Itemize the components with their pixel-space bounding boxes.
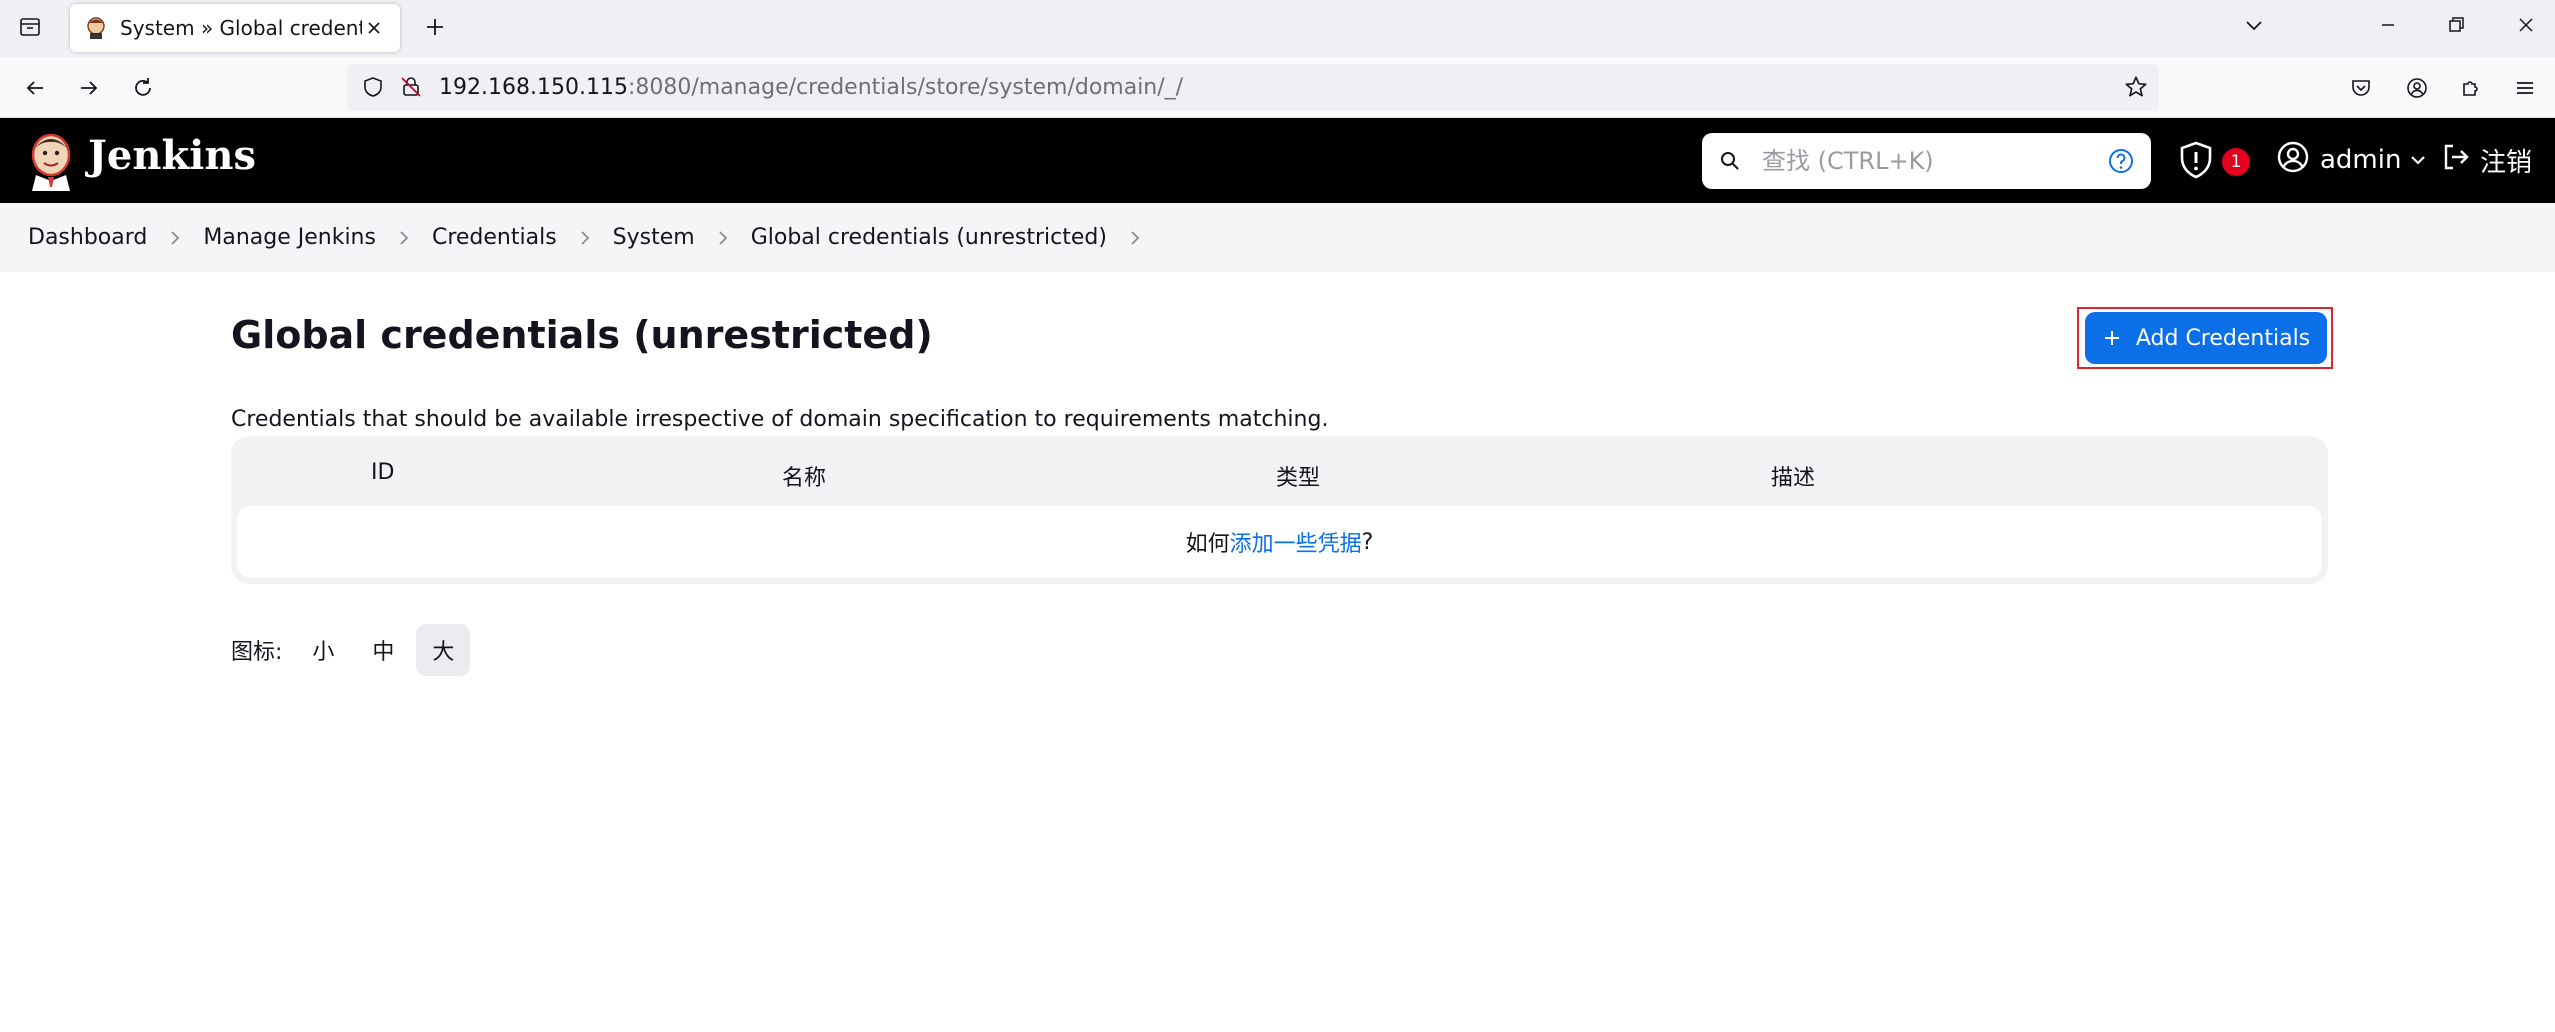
empty-suffix: ? bbox=[1361, 529, 1374, 555]
logout-link[interactable]: 注销 bbox=[2440, 140, 2532, 180]
jenkins-brand-title[interactable]: Jenkins bbox=[88, 132, 256, 179]
jenkins-favicon-icon bbox=[84, 16, 108, 40]
help-question-icon[interactable] bbox=[2107, 147, 2135, 179]
icon-size-selector: 图标: 小 中 大 bbox=[231, 624, 476, 676]
jenkins-header: Jenkins 1 admin 注销 bbox=[0, 118, 2555, 203]
icon-size-medium[interactable]: 中 bbox=[356, 624, 410, 676]
breadcrumb-credentials[interactable]: Credentials bbox=[432, 225, 557, 250]
chevron-right-icon bbox=[147, 229, 203, 247]
add-credentials-label: Add Credentials bbox=[2135, 325, 2311, 351]
chevron-down-icon bbox=[2409, 151, 2427, 169]
tab-title: System » Global credentials (unrestricte… bbox=[120, 16, 362, 40]
browser-tab-active[interactable]: System » Global credentials (unrestricte… bbox=[70, 4, 400, 52]
add-credentials-button[interactable]: Add Credentials bbox=[2085, 312, 2327, 364]
empty-prefix: 如何 bbox=[1185, 532, 1230, 557]
icon-size-large[interactable]: 大 bbox=[416, 624, 471, 676]
user-avatar-icon bbox=[2276, 140, 2310, 181]
breadcrumb-dashboard[interactable]: Dashboard bbox=[28, 225, 147, 250]
store-description: Credentials that should be available irr… bbox=[231, 407, 1329, 432]
tracking-shield-icon[interactable] bbox=[361, 75, 385, 103]
url-host: 192.168.150.115 bbox=[439, 75, 628, 100]
icon-size-small[interactable]: 小 bbox=[296, 624, 350, 676]
reload-icon[interactable] bbox=[124, 69, 162, 107]
minimize-icon[interactable] bbox=[2368, 8, 2408, 42]
chevron-right-icon[interactable] bbox=[1107, 229, 1163, 247]
menu-hamburger-icon[interactable] bbox=[2506, 69, 2544, 107]
user-name: admin bbox=[2320, 145, 2402, 175]
breadcrumb: Dashboard Manage Jenkins Credentials Sys… bbox=[0, 203, 2555, 272]
address-bar[interactable]: 192.168.150.115:8080/manage/credentials/… bbox=[347, 64, 2159, 111]
add-credentials-link[interactable]: 添加一些凭据 bbox=[1230, 526, 1362, 558]
column-header-description[interactable]: 描述 bbox=[1771, 460, 1815, 492]
chevron-right-icon bbox=[695, 229, 751, 247]
jenkins-logo-icon[interactable] bbox=[26, 131, 76, 191]
account-icon[interactable] bbox=[2398, 69, 2436, 107]
search-input[interactable] bbox=[1762, 133, 2092, 189]
tab-overflow-chevron-icon[interactable] bbox=[2234, 8, 2274, 42]
restore-icon[interactable] bbox=[2436, 8, 2476, 42]
browser-tab-strip: System » Global credentials (unrestricte… bbox=[0, 0, 2555, 57]
jenkins-search-box[interactable] bbox=[1702, 133, 2151, 189]
empty-table-row: 如何 添加一些凭据? bbox=[237, 506, 2322, 578]
new-tab-plus-icon[interactable] bbox=[418, 10, 452, 44]
security-count-badge[interactable]: 1 bbox=[2222, 148, 2250, 176]
pocket-icon[interactable] bbox=[2342, 69, 2380, 107]
url-text: 192.168.150.115:8080/manage/credentials/… bbox=[439, 75, 1183, 100]
url-path: :8080/manage/credentials/store/system/do… bbox=[627, 75, 1184, 100]
user-menu[interactable]: admin bbox=[2276, 140, 2427, 180]
logout-label: 注销 bbox=[2480, 147, 2533, 178]
page-title: Global credentials (unrestricted) bbox=[231, 313, 933, 357]
chevron-right-icon bbox=[557, 229, 613, 247]
breadcrumb-system[interactable]: System bbox=[613, 225, 695, 250]
extensions-puzzle-icon[interactable] bbox=[2452, 69, 2490, 107]
back-arrow-icon[interactable] bbox=[16, 69, 54, 107]
breadcrumb-global-credentials[interactable]: Global credentials (unrestricted) bbox=[751, 225, 1107, 250]
forward-arrow-icon[interactable] bbox=[70, 69, 108, 107]
logout-icon bbox=[2440, 141, 2472, 180]
insecure-lock-icon[interactable] bbox=[399, 75, 423, 103]
credentials-table: ID 名称 类型 描述 如何 添加一些凭据? bbox=[231, 436, 2328, 584]
column-header-id[interactable]: ID bbox=[371, 460, 394, 485]
chevron-right-icon bbox=[376, 229, 432, 247]
browser-nav-bar: 192.168.150.115:8080/manage/credentials/… bbox=[0, 57, 2555, 118]
column-header-name[interactable]: 名称 bbox=[782, 460, 826, 492]
window-close-icon[interactable] bbox=[2506, 8, 2546, 42]
column-header-type[interactable]: 类型 bbox=[1276, 460, 1320, 492]
breadcrumb-manage-jenkins[interactable]: Manage Jenkins bbox=[203, 225, 376, 250]
search-icon bbox=[1718, 149, 1742, 177]
close-icon[interactable] bbox=[362, 16, 386, 40]
bookmark-star-icon[interactable] bbox=[2123, 74, 2149, 104]
tab-list-icon[interactable] bbox=[14, 11, 46, 43]
icon-size-label: 图标: bbox=[231, 640, 283, 665]
plus-icon bbox=[2102, 328, 2122, 348]
